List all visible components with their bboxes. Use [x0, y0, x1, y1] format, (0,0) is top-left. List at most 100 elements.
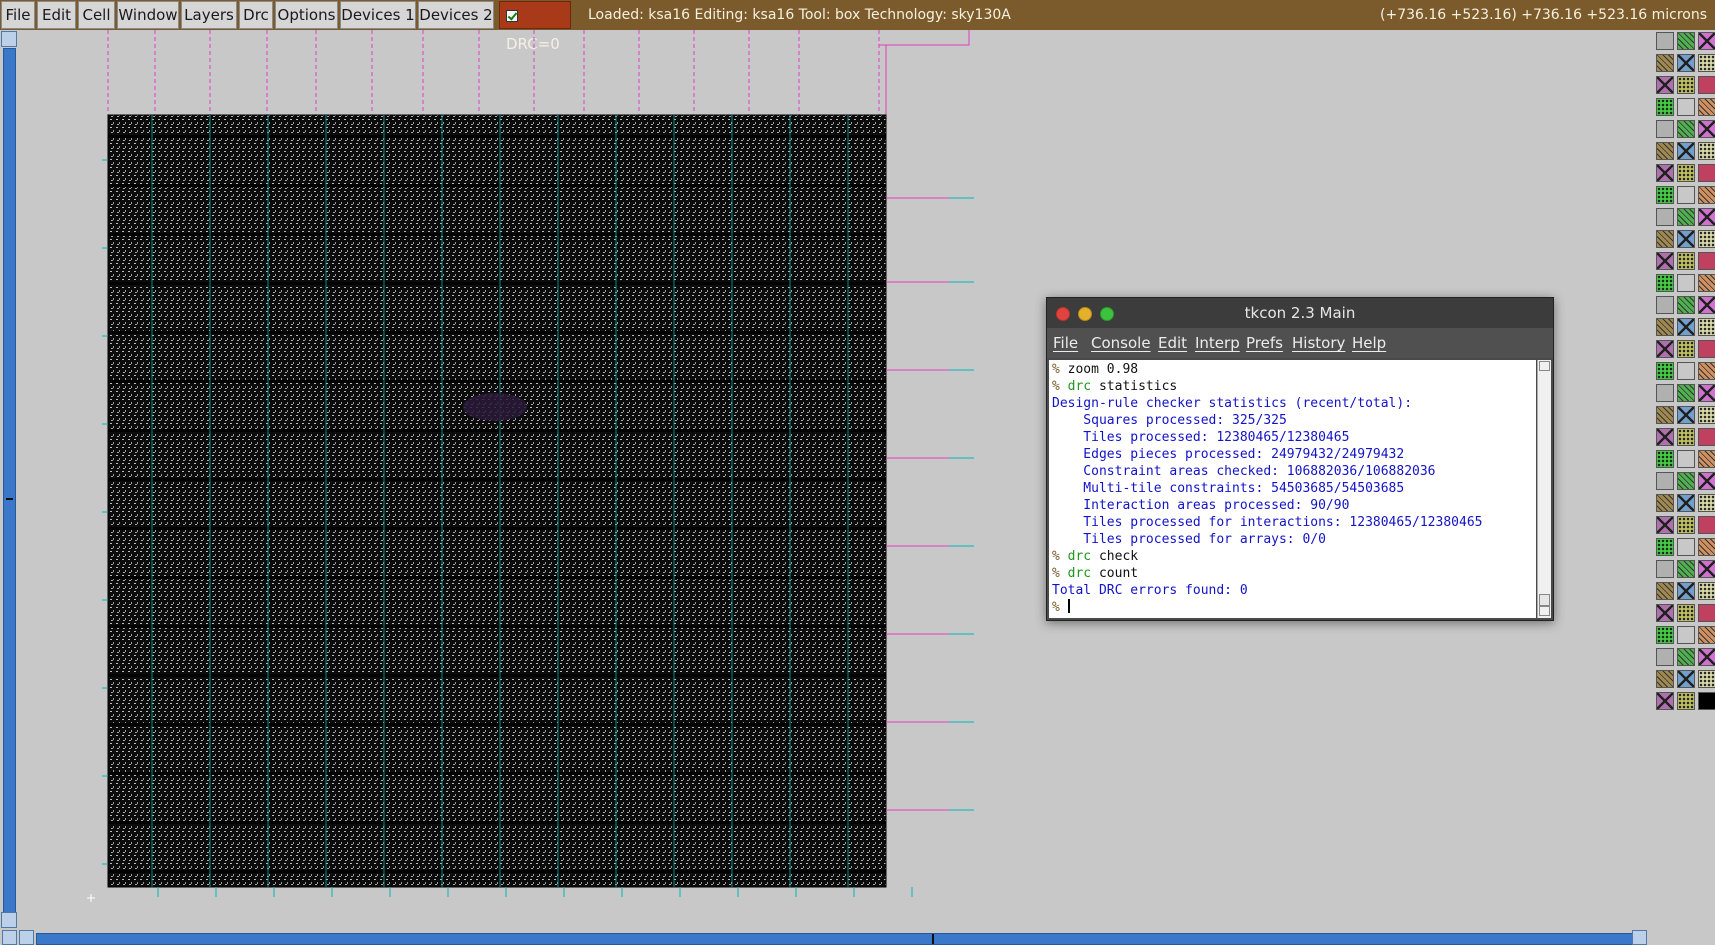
layer-swatch[interactable] [1698, 54, 1715, 72]
layer-swatch[interactable] [1677, 164, 1695, 182]
layer-swatch[interactable] [1698, 494, 1715, 512]
layer-swatch[interactable] [1677, 472, 1695, 490]
maximize-icon[interactable] [1100, 307, 1114, 321]
layer-swatch[interactable] [1656, 604, 1674, 622]
layer-swatch[interactable] [1698, 252, 1715, 270]
layer-swatch[interactable] [1698, 120, 1715, 138]
layer-swatch[interactable] [1698, 98, 1715, 116]
layer-swatch[interactable] [1656, 384, 1674, 402]
layer-swatch[interactable] [1656, 32, 1674, 50]
layer-swatch[interactable] [1677, 208, 1695, 226]
vertical-scrollbar[interactable] [0, 30, 19, 930]
layer-swatch[interactable] [1656, 142, 1674, 160]
layer-swatch[interactable] [1656, 494, 1674, 512]
layer-swatch[interactable] [1677, 428, 1695, 446]
layer-swatch[interactable] [1677, 98, 1695, 116]
scroll-right-icon[interactable] [1632, 930, 1647, 945]
menu-window[interactable]: Window [117, 1, 179, 29]
layer-swatch[interactable] [1656, 670, 1674, 688]
tk-menu-interp[interactable]: Interp [1195, 328, 1240, 358]
close-icon[interactable] [1056, 307, 1070, 321]
layer-swatch[interactable] [1698, 670, 1715, 688]
layer-swatch[interactable] [1656, 362, 1674, 380]
menu-cell[interactable]: Cell [78, 1, 115, 29]
tk-menu-console[interactable]: Console [1091, 328, 1151, 358]
zoom-box-icon[interactable] [2, 930, 17, 945]
menu-edit[interactable]: Edit [37, 1, 76, 29]
layer-swatch[interactable] [1677, 604, 1695, 622]
layer-swatch[interactable] [1677, 252, 1695, 270]
layer-swatch[interactable] [1677, 582, 1695, 600]
layer-swatch[interactable] [1698, 384, 1715, 402]
layer-swatch[interactable] [1677, 494, 1695, 512]
layer-palette[interactable] [1648, 30, 1715, 720]
layer-swatch[interactable] [1698, 516, 1715, 534]
tkcon-window[interactable]: tkcon 2.3 Main File Console Edit Interp … [1046, 297, 1554, 621]
menu-file[interactable]: File [1, 1, 35, 29]
menu-drc[interactable]: Drc [239, 1, 273, 29]
checkbox-icon[interactable] [506, 10, 518, 22]
console-output[interactable]: % zoom 0.98 % drc statistics Design-rule c… [1049, 360, 1536, 618]
layer-swatch[interactable] [1656, 406, 1674, 424]
layer-swatch[interactable] [1698, 230, 1715, 248]
minimize-icon[interactable] [1078, 307, 1092, 321]
layer-swatch[interactable] [1656, 538, 1674, 556]
menu-options[interactable]: Options [275, 1, 338, 29]
layer-swatch[interactable] [1677, 538, 1695, 556]
layer-swatch[interactable] [1677, 450, 1695, 468]
scroll-left-icon[interactable] [19, 930, 34, 945]
layer-swatch[interactable] [1677, 318, 1695, 336]
layer-swatch[interactable] [1656, 450, 1674, 468]
layer-swatch[interactable] [1677, 560, 1695, 578]
layer-swatch[interactable] [1698, 450, 1715, 468]
layer-swatch[interactable] [1656, 582, 1674, 600]
tk-menu-history[interactable]: History [1292, 328, 1345, 358]
layer-swatch[interactable] [1656, 120, 1674, 138]
layer-swatch[interactable] [1677, 692, 1695, 710]
layer-swatch[interactable] [1677, 54, 1695, 72]
layer-swatch[interactable] [1698, 296, 1715, 314]
layer-swatch[interactable] [1698, 186, 1715, 204]
scroll-down-icon[interactable] [1539, 606, 1550, 616]
layer-swatch[interactable] [1677, 230, 1695, 248]
layer-swatch[interactable] [1698, 692, 1715, 710]
layer-swatch[interactable] [1656, 186, 1674, 204]
layer-swatch[interactable] [1698, 142, 1715, 160]
layer-swatch[interactable] [1677, 186, 1695, 204]
drc-toggle[interactable]: DRC=0 [499, 1, 571, 53]
layer-swatch[interactable] [1656, 98, 1674, 116]
layer-swatch[interactable] [1698, 560, 1715, 578]
scroll-up-icon[interactable] [1539, 361, 1550, 371]
horizontal-scrollbar[interactable] [0, 930, 1650, 945]
layer-swatch[interactable] [1656, 318, 1674, 336]
layer-swatch[interactable] [1698, 406, 1715, 424]
menu-devices-2[interactable]: Devices 2 [418, 1, 494, 29]
vertical-scroll-track[interactable] [3, 48, 16, 913]
console-scrollbar[interactable] [1537, 360, 1551, 618]
layer-swatch[interactable] [1656, 208, 1674, 226]
layer-swatch[interactable] [1677, 120, 1695, 138]
layer-swatch[interactable] [1698, 538, 1715, 556]
layer-swatch[interactable] [1698, 340, 1715, 358]
layer-swatch[interactable] [1677, 648, 1695, 666]
layer-swatch[interactable] [1677, 274, 1695, 292]
layer-swatch[interactable] [1656, 626, 1674, 644]
layer-swatch[interactable] [1677, 626, 1695, 644]
layer-swatch[interactable] [1677, 406, 1695, 424]
layer-swatch[interactable] [1677, 384, 1695, 402]
layer-swatch[interactable] [1698, 164, 1715, 182]
menu-devices-1[interactable]: Devices 1 [340, 1, 416, 29]
window-titlebar[interactable]: tkcon 2.3 Main [1047, 298, 1553, 328]
horizontal-scroll-track[interactable] [36, 933, 1636, 945]
tk-menu-edit[interactable]: Edit [1158, 328, 1187, 358]
tk-menu-help[interactable]: Help [1352, 328, 1386, 358]
scroll-up-icon[interactable] [1, 31, 17, 47]
layer-swatch[interactable] [1656, 648, 1674, 666]
layer-swatch[interactable] [1656, 274, 1674, 292]
layer-swatch[interactable] [1677, 670, 1695, 688]
layer-swatch[interactable] [1656, 164, 1674, 182]
layer-swatch[interactable] [1656, 76, 1674, 94]
layer-swatch[interactable] [1656, 296, 1674, 314]
layer-swatch[interactable] [1698, 318, 1715, 336]
layer-swatch[interactable] [1656, 54, 1674, 72]
